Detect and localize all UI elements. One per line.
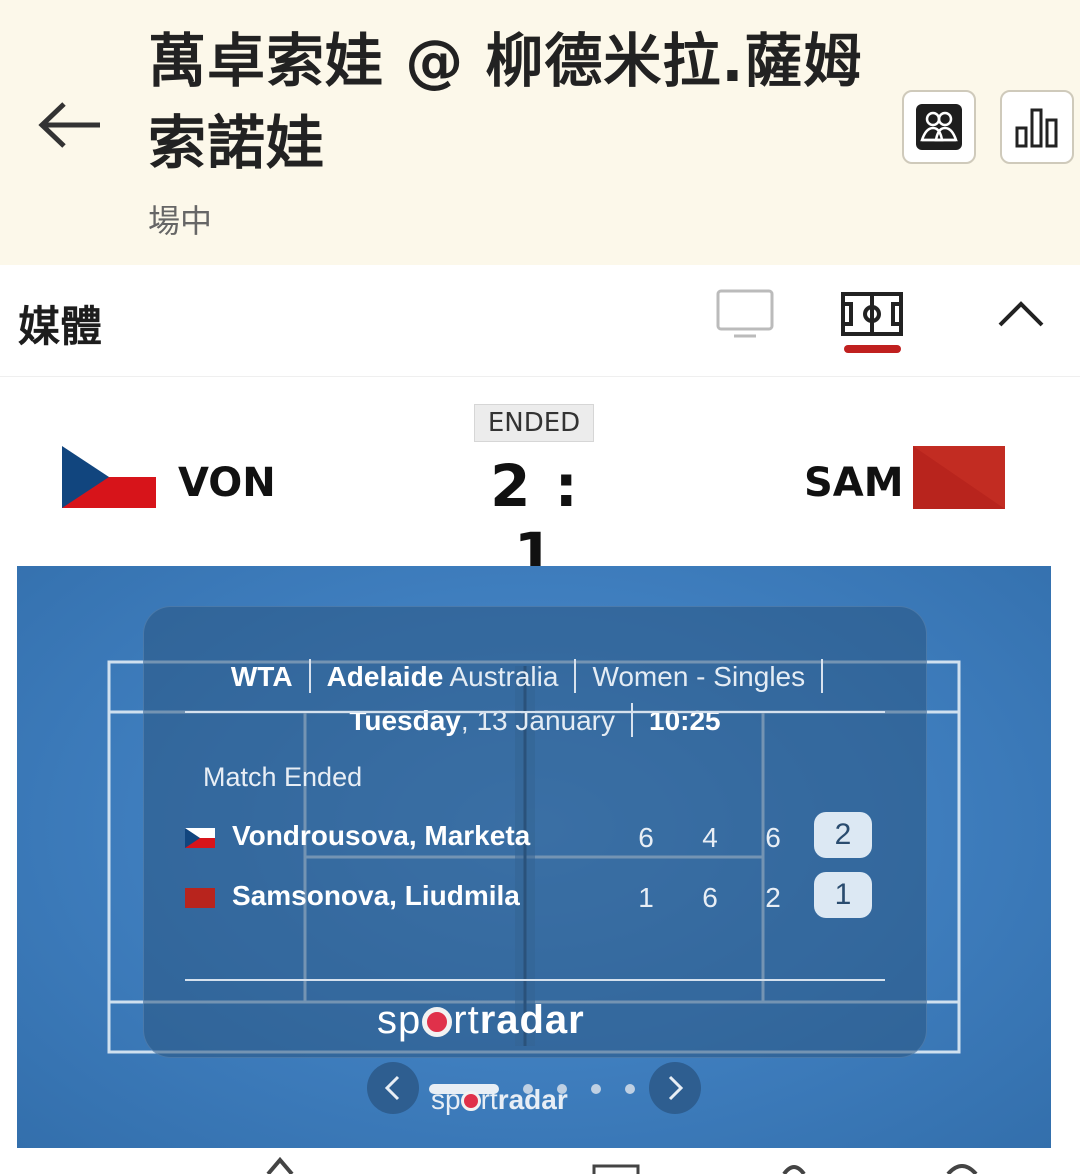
- media-section-header: 媒體: [0, 265, 1080, 377]
- carousel-dot[interactable]: [591, 1084, 601, 1094]
- player-name: Vondrousova, Marketa: [232, 820, 531, 851]
- match-status-label: 場中: [148, 202, 213, 240]
- brand-part: radar: [497, 1084, 568, 1115]
- scoreboard: ENDED VON 2 : 1 SAM: [0, 378, 1080, 588]
- lineup-button[interactable]: [902, 90, 976, 164]
- away-team-abbr: SAM: [804, 460, 904, 506]
- player-name: Samsonova, Liudmila: [232, 880, 520, 911]
- bottom-toolbar-icons: [266, 1156, 978, 1174]
- brand-part: rt: [453, 998, 480, 1042]
- match-tracker-widget: WTA Adelaide Australia Women - Singles Tue…: [17, 566, 1051, 1148]
- divider: [631, 703, 633, 737]
- set-score: 6: [765, 822, 781, 853]
- status-badge: ENDED: [474, 404, 594, 442]
- set-score: 4: [702, 822, 718, 853]
- stats-bars-icon: [1015, 108, 1058, 148]
- divider: [308, 659, 311, 693]
- chevron-left-icon: [384, 1075, 400, 1101]
- stats-button[interactable]: [1000, 90, 1074, 164]
- carousel-next-button[interactable]: [649, 1062, 701, 1114]
- brand-o-mark: [422, 1007, 453, 1037]
- tour-name: WTA: [230, 661, 293, 692]
- neutral-flag-icon: [185, 888, 215, 908]
- tv-icon[interactable]: [716, 289, 774, 339]
- czech-flag-icon: [62, 446, 156, 508]
- brand-o-mark: [460, 1091, 481, 1111]
- media-title: 媒體: [18, 302, 103, 351]
- divider: [574, 659, 577, 693]
- panel-divider-bottom: [185, 979, 885, 981]
- panel-divider-top: [185, 711, 885, 713]
- brand-part: rt: [480, 1084, 498, 1115]
- lineup-icon: [916, 104, 962, 150]
- home-team-abbr: VON: [178, 460, 276, 506]
- page-title: 萬卓索娃 @ 柳德米拉.薩姆索諾娃: [148, 27, 863, 177]
- chevron-up-icon[interactable]: [996, 299, 1046, 329]
- brand-part: radar: [479, 998, 585, 1042]
- set-score: 1: [638, 882, 654, 913]
- pitch-icon[interactable]: [840, 291, 904, 339]
- set-score: 6: [702, 882, 718, 913]
- match-datetime: Tuesday, 13 January 10:25: [144, 703, 926, 737]
- carousel-prev-button[interactable]: [367, 1062, 419, 1114]
- match-status-text: Match Ended: [203, 762, 363, 792]
- sets-won-badge: 2: [814, 812, 872, 858]
- czech-flag-icon: [185, 828, 215, 848]
- bottom-toolbar-partial: [0, 1150, 1080, 1174]
- divider: [821, 659, 824, 693]
- sportradar-logo-small: sp rtradar: [431, 1084, 568, 1116]
- sets-won-badge: 1: [814, 872, 872, 918]
- chevron-right-icon: [668, 1075, 684, 1101]
- neutral-flag-icon: [913, 446, 1005, 509]
- sportradar-logo: sp rtradar: [377, 998, 585, 1043]
- arrow-left-icon[interactable]: [38, 100, 104, 150]
- player-row: Samsonova, Liudmila 1 6 2 1: [185, 872, 885, 920]
- carousel-dot[interactable]: [625, 1084, 635, 1094]
- tournament-info: WTA Adelaide Australia Women - Singles: [144, 659, 926, 693]
- set-score: 6: [638, 822, 654, 853]
- country-name: Australia: [449, 661, 559, 692]
- set-score: 2: [765, 882, 781, 913]
- player-row: Vondrousova, Marketa 6 4 6 2: [185, 812, 885, 860]
- event-category: Women - Singles: [592, 661, 806, 692]
- brand-part: sp: [377, 998, 422, 1042]
- match-header: 萬卓索娃 @ 柳德米拉.薩姆索諾娃 場中: [0, 0, 1080, 265]
- city-name: Adelaide: [326, 661, 444, 692]
- brand-part: sp: [431, 1084, 461, 1115]
- active-tab-indicator: [844, 345, 901, 353]
